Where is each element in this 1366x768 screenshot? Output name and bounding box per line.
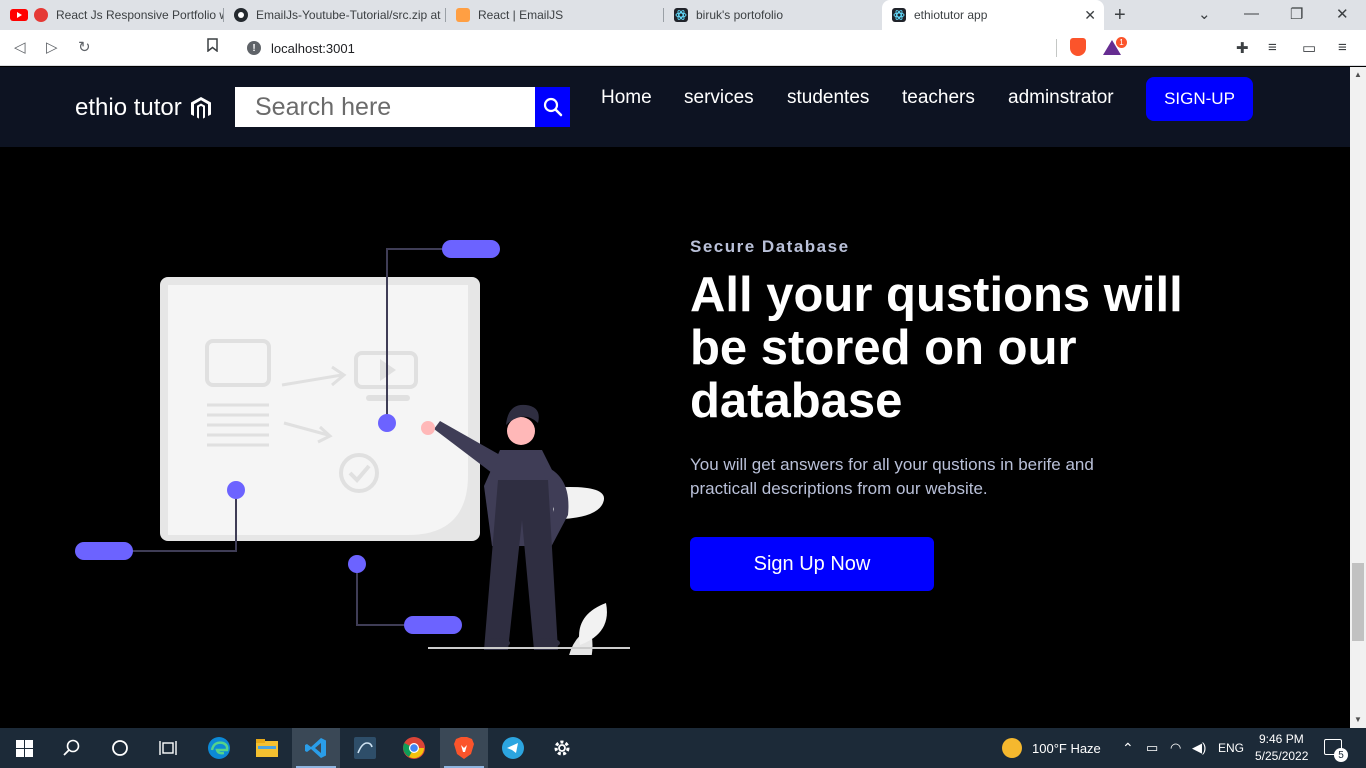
settings-gear-icon[interactable]	[538, 728, 586, 768]
react-icon	[674, 8, 688, 22]
signup-now-button[interactable]: Sign Up Now	[690, 537, 934, 591]
browser-toolbar: ◁ ▷ ↻ ! localhost:3001	[0, 30, 1366, 66]
wallet-icon[interactable]: ▭	[1302, 39, 1316, 57]
address-bar[interactable]: ! localhost:3001	[236, 34, 1130, 62]
close-tab-icon[interactable]: ✕	[1084, 7, 1096, 24]
scroll-down-arrow-icon[interactable]: ▼	[1354, 715, 1362, 724]
edge-icon[interactable]	[195, 728, 243, 768]
weather-text[interactable]: 100°F Haze	[1032, 741, 1101, 756]
restore-icon[interactable]: ❐	[1290, 5, 1303, 23]
new-tab-icon[interactable]: +	[1114, 4, 1126, 27]
site-info-icon[interactable]: !	[247, 41, 261, 55]
web-page: ethio tutor Home services studentes teac…	[0, 67, 1350, 728]
wifi-icon[interactable]: ◠	[1170, 740, 1181, 756]
section-eyebrow: Secure Database	[690, 237, 850, 256]
search-icon[interactable]	[48, 728, 96, 768]
github-icon	[234, 8, 248, 22]
database-illustration	[75, 240, 630, 655]
search-input[interactable]	[235, 87, 535, 127]
telegram-icon[interactable]	[489, 728, 537, 768]
section-headline: All your qustions will be stored on our …	[690, 268, 1183, 428]
scroll-up-arrow-icon[interactable]: ▲	[1354, 70, 1362, 79]
menu-icon[interactable]: ≡	[1338, 39, 1347, 56]
browser-tab-bar: React Js Responsive Portfolio w EmailJs-…	[0, 0, 1366, 30]
nav-students[interactable]: studentes	[787, 87, 869, 109]
browser-tab[interactable]: EmailJs-Youtube-Tutorial/src.zip at	[224, 0, 446, 30]
youtube-icon	[10, 9, 28, 21]
divider	[1056, 39, 1057, 57]
emailjs-icon	[456, 8, 470, 22]
back-icon[interactable]: ◁	[14, 38, 26, 56]
reload-icon[interactable]: ↻	[78, 38, 91, 56]
close-window-icon[interactable]: ✕	[1336, 5, 1349, 23]
show-hidden-icons-icon[interactable]: ⌃	[1122, 740, 1134, 757]
notification-count-badge: 5	[1334, 748, 1348, 762]
file-explorer-icon[interactable]	[243, 728, 291, 768]
clock-date[interactable]: 5/25/2022	[1255, 749, 1308, 763]
tab-search-icon[interactable]: ⌄	[1198, 5, 1211, 23]
mysql-workbench-icon[interactable]	[341, 728, 389, 768]
site-logo[interactable]: ethio tutor	[75, 94, 212, 122]
browser-tab[interactable]: biruk's portofolio	[664, 0, 882, 30]
vscode-icon[interactable]	[292, 728, 340, 768]
nav-administrator[interactable]: adminstrator	[1008, 87, 1114, 109]
react-icon	[892, 8, 906, 22]
volume-icon[interactable]: ◀)	[1192, 740, 1206, 756]
cortana-icon[interactable]	[96, 728, 144, 768]
browser-tab[interactable]: React Js Responsive Portfolio w	[0, 0, 224, 30]
forward-icon[interactable]: ▷	[46, 38, 58, 56]
search-button[interactable]	[535, 87, 570, 127]
windows-taskbar: 100°F Haze ⌃ ▭ ◠ ◀) ENG 9:46 PM 5/25/202…	[0, 728, 1366, 768]
signup-button[interactable]: SIGN-UP	[1146, 77, 1253, 121]
weather-sun-icon[interactable]	[1002, 738, 1022, 758]
nav-teachers[interactable]: teachers	[902, 87, 975, 109]
brave-icon[interactable]	[440, 728, 488, 768]
record-icon	[34, 8, 48, 22]
bookmark-icon[interactable]	[207, 38, 218, 56]
browser-tab-active[interactable]: ethiotutor app ✕	[882, 0, 1104, 30]
chrome-icon[interactable]	[390, 728, 438, 768]
extensions-icon[interactable]: ✚	[1236, 39, 1249, 57]
site-header: ethio tutor Home services studentes teac…	[0, 67, 1350, 147]
playlist-icon[interactable]: ≡	[1268, 39, 1277, 56]
clock-time[interactable]: 9:46 PM	[1259, 732, 1304, 746]
browser-tab[interactable]: React | EmailJS	[446, 0, 664, 30]
brave-shields-icon[interactable]	[1070, 38, 1086, 56]
task-view-icon[interactable]	[144, 728, 192, 768]
nav-services[interactable]: services	[684, 87, 754, 109]
windows-start-icon[interactable]	[0, 728, 48, 768]
search-icon	[543, 97, 562, 117]
section-description: You will get answers for all your qustio…	[690, 455, 1094, 498]
nav-home[interactable]: Home	[601, 87, 652, 109]
magento-logo-icon	[190, 97, 211, 119]
battery-icon[interactable]: ▭	[1146, 740, 1158, 756]
language-indicator[interactable]: ENG	[1218, 741, 1244, 755]
minimize-icon[interactable]: —	[1244, 5, 1259, 22]
scroll-thumb[interactable]	[1352, 563, 1364, 641]
rewards-badge: 1	[1116, 37, 1127, 48]
